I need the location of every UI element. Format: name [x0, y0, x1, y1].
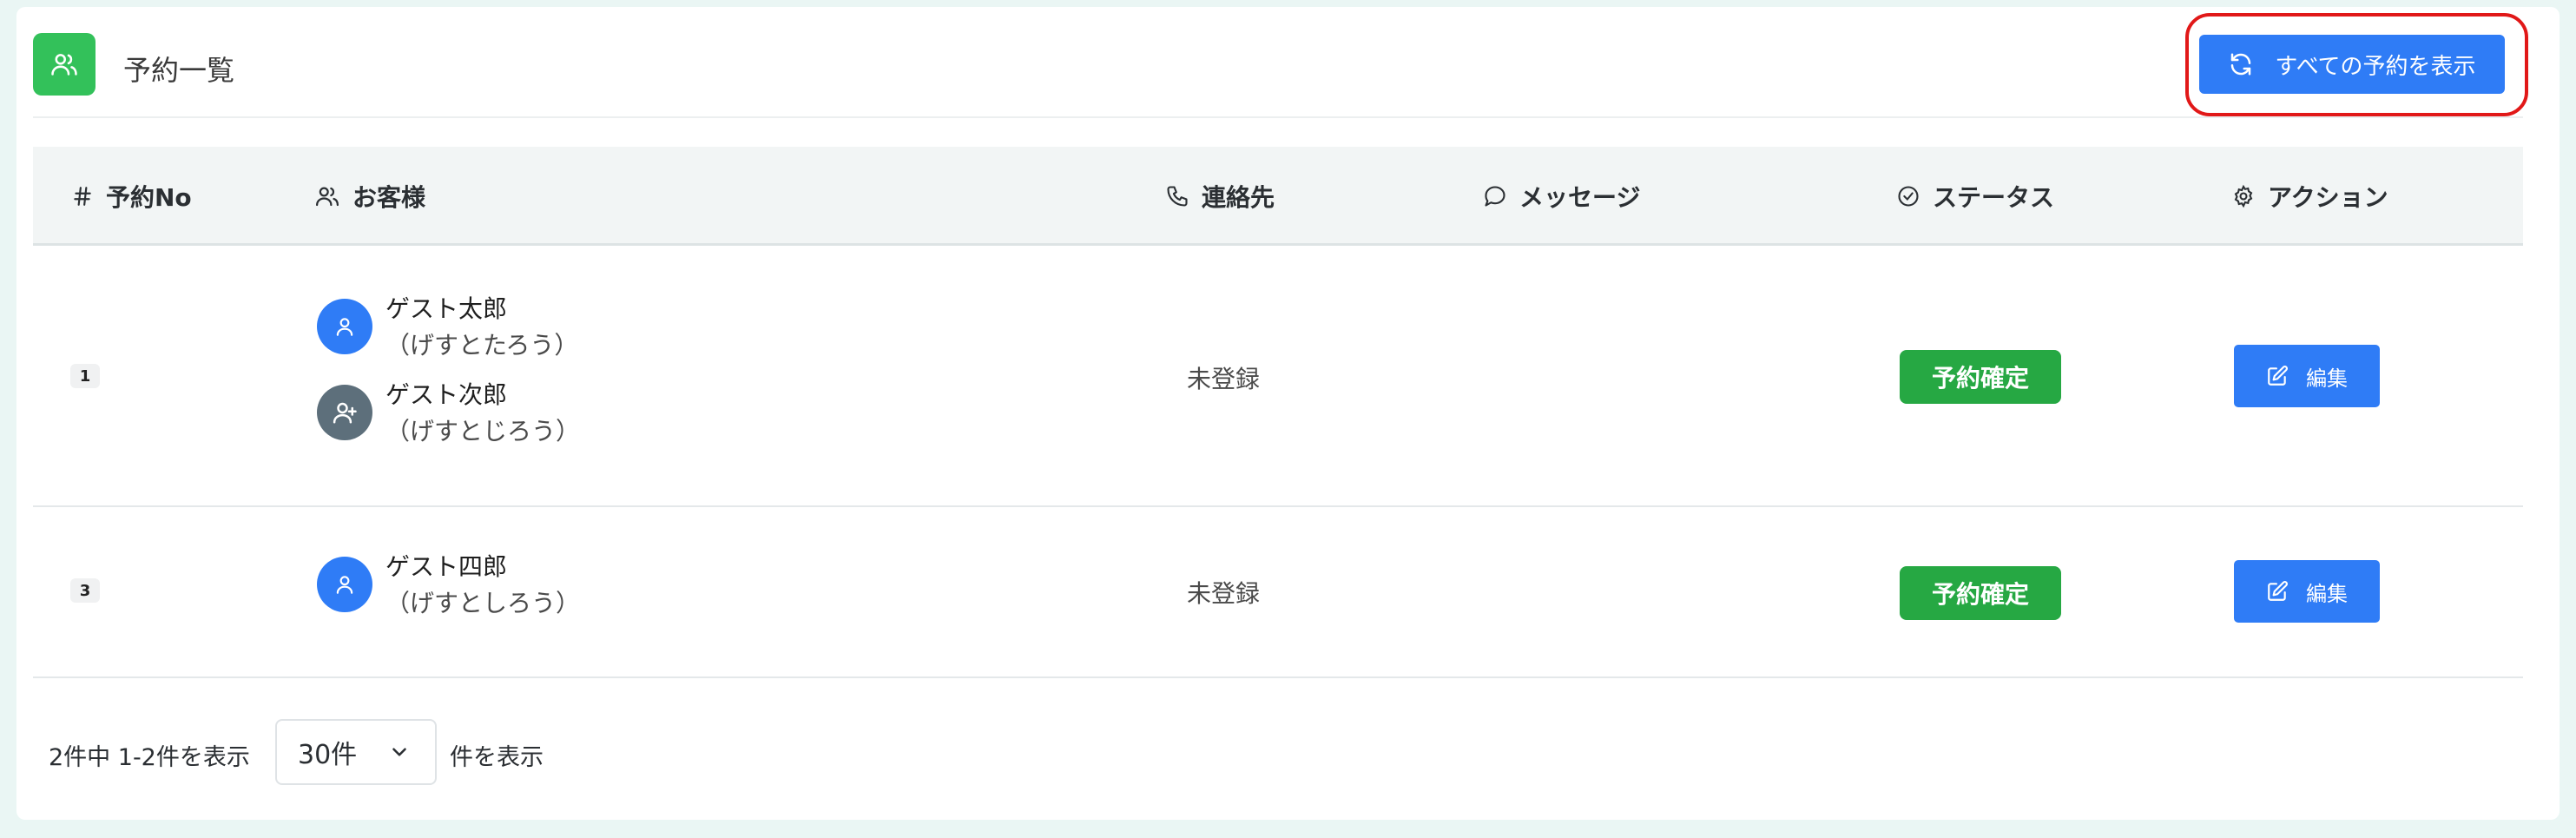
refresh-icon [2231, 53, 2251, 76]
hash-icon [74, 187, 91, 206]
header-divider [33, 116, 2523, 118]
column-message: メッセージ [1483, 147, 1640, 246]
guest-name: ゲスト四郎 [385, 552, 508, 581]
guest-kana: （げすとしろう） [385, 589, 581, 617]
guest-kana: （げすとじろう） [385, 417, 581, 445]
contact-value: 未登録 [1187, 365, 1261, 393]
show-all-label: すべての予約を表示 [2275, 53, 2476, 80]
user-icon [336, 576, 353, 594]
users-icon [33, 33, 96, 96]
status-badge: 予約確定 [1900, 566, 2061, 620]
reservation-number: 1 [70, 364, 100, 388]
table-header: 予約No お客様 連絡先 メッセージ ステータス アクション [33, 147, 2523, 246]
guest-avatar [317, 299, 372, 354]
gear-icon [2234, 184, 2253, 208]
message-icon [1485, 186, 1505, 207]
user-icon [336, 318, 353, 336]
column-no: 予約No [71, 147, 192, 246]
contact-value: 未登録 [1187, 579, 1261, 608]
guest-avatar [317, 385, 372, 440]
column-action: アクション [2231, 147, 2388, 246]
edit-icon [2268, 581, 2288, 601]
user-plus-icon [333, 402, 357, 424]
chevron-down-icon [392, 748, 406, 756]
phone-icon [1167, 186, 1188, 207]
show-all-reservations-button[interactable]: すべての予約を表示 [2199, 35, 2505, 94]
check-circle-icon [1898, 186, 1919, 207]
row-divider [33, 505, 2523, 507]
guest-name: ゲスト次郎 [385, 380, 508, 409]
reservation-number: 3 [70, 578, 100, 603]
column-customer: お客様 [314, 147, 425, 246]
guest-avatar [317, 557, 372, 612]
pagination-summary: 2件中 1-2件を表示 [49, 744, 250, 771]
column-status: ステータス [1896, 147, 2054, 246]
row-divider [33, 676, 2523, 678]
per-page-value: 30件 [298, 740, 358, 770]
edit-button[interactable]: 編集 [2234, 345, 2380, 407]
edit-button[interactable]: 編集 [2234, 560, 2380, 623]
per-page-suffix: 件を表示 [450, 744, 544, 771]
guest-kana: （げすとたろう） [385, 331, 579, 360]
guest-name: ゲスト太郎 [385, 294, 508, 323]
per-page-select[interactable]: 30件 [275, 719, 437, 785]
column-contact: 連絡先 [1165, 147, 1275, 246]
edit-icon [2268, 366, 2288, 386]
page-title: 予約一覧 [123, 54, 235, 87]
status-badge: 予約確定 [1900, 350, 2061, 404]
users-icon [316, 187, 339, 207]
